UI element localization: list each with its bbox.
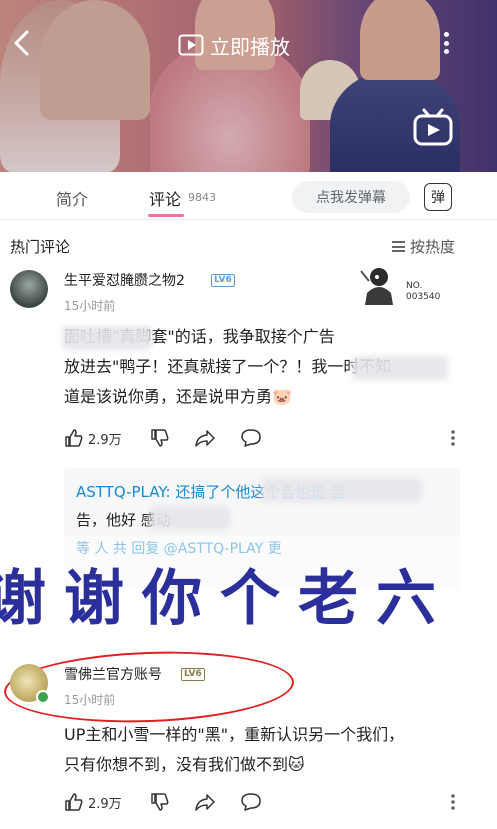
share-icon [195,794,215,811]
sort-label: 按热度 [410,238,456,256]
share-button[interactable] [194,792,216,812]
fan-badge-icon [360,268,393,305]
comment-more-button[interactable] [450,792,456,812]
privacy-blur [262,478,422,502]
like-count: 2.9万 [88,796,122,812]
verified-icon [36,690,50,704]
dislike-button[interactable] [150,792,170,812]
tab-intro[interactable]: 简介 [56,186,88,210]
tab-active-indicator [148,214,184,217]
danmaku-toggle-button[interactable]: 弹 [424,183,452,211]
thumbs-up-icon [65,793,83,811]
danmaku-input[interactable]: 点我发弹幕 [292,181,410,213]
reply-button[interactable] [240,792,262,812]
vertical-more-icon [451,430,455,446]
privacy-blur [150,506,230,530]
more-icon [443,32,449,37]
comment-bubble-icon [241,429,261,447]
thumbs-up-icon [65,429,83,447]
privacy-blur [352,356,448,380]
comment-bubble-icon [241,793,261,811]
vertical-more-icon [451,794,455,810]
tab-bar: 简介 评论 9843 点我发弹幕 弹 [0,172,497,220]
dislike-button[interactable] [150,428,170,448]
comment-username[interactable]: 生平爱怼腌臜之物2 [64,270,185,290]
video-player[interactable]: 立即播放 [0,0,497,172]
overlay-caption: 谢谢你个老六 [0,564,454,634]
more-button[interactable] [438,28,454,58]
hot-comments-heading: 热门评论 [10,238,71,256]
play-icon [178,34,204,56]
level-badge: LV6 [181,668,205,681]
reply-button[interactable] [240,428,262,448]
share-icon [195,430,215,447]
comment-time: 15小时前 [64,693,116,707]
like-button[interactable]: 2.9万 [64,792,122,812]
back-icon [14,30,29,56]
comments-count: 9843 [188,191,216,204]
comment-actions: 2.9万 [64,792,464,816]
comment-text: UP主和小雪一样的"黑"，重新认识另一个我们， 只有你想不到，没有我们做不到🐱 [64,725,405,774]
level-badge: LV6 [211,274,235,287]
comment-more-button[interactable] [450,428,456,448]
comment-time: 15小时前 [64,299,116,313]
back-button[interactable] [8,26,36,60]
share-button[interactable] [194,428,216,448]
sort-icon [392,241,405,252]
play-now-button[interactable]: 立即播放 [178,30,290,60]
play-now-label: 立即播放 [210,34,290,59]
sort-button[interactable]: 按热度 [392,236,455,257]
like-count: 2.9万 [88,432,122,448]
comment-username[interactable]: 雪佛兰官方账号 [64,664,162,684]
comment-actions: 2.9万 [64,428,464,452]
video-shade [0,0,497,172]
bilibili-tv-icon [413,108,453,146]
fan-badge-number: NO. 003540 [406,281,441,302]
avatar[interactable] [10,270,48,308]
privacy-blur [62,326,152,350]
thumbs-down-icon [151,793,169,811]
tab-comments[interactable]: 评论 [149,186,181,210]
thumbs-down-icon [151,429,169,447]
like-button[interactable]: 2.9万 [64,428,122,448]
